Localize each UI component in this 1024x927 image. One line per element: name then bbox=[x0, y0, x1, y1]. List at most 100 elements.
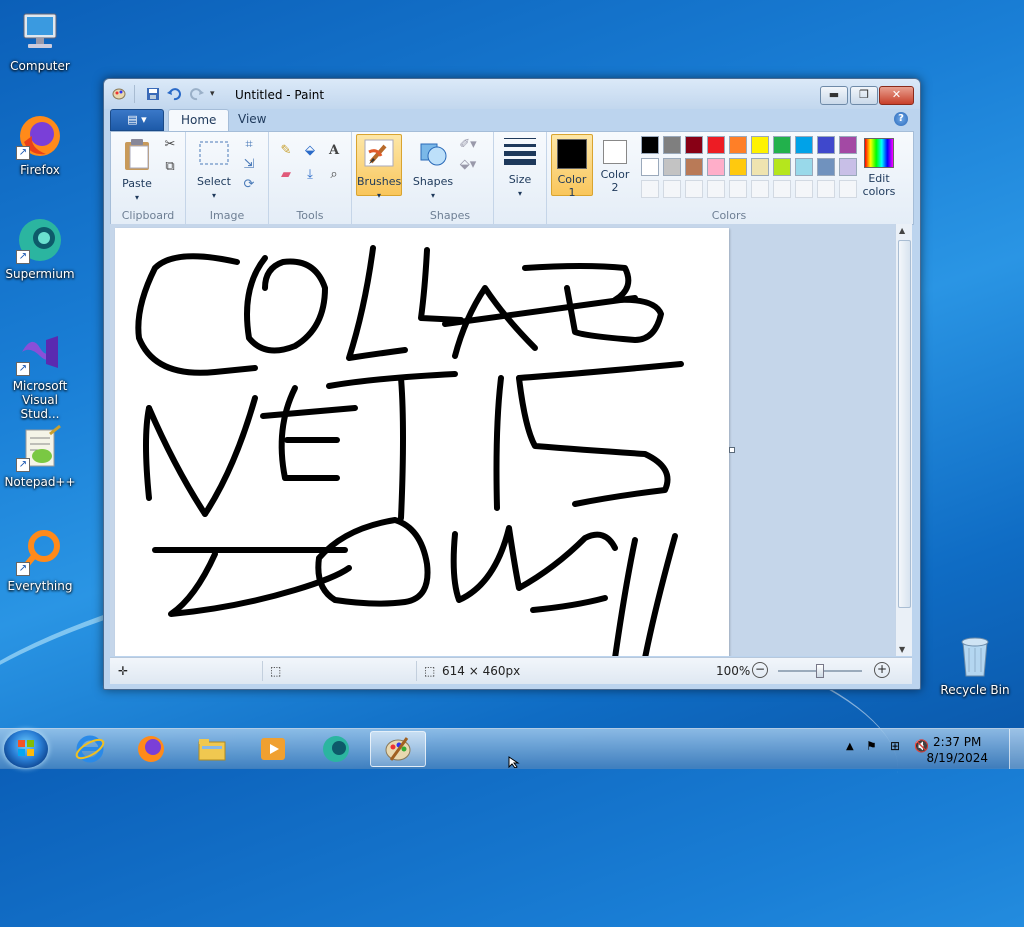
zoom-slider[interactable] bbox=[778, 664, 862, 678]
palette-color-swatch[interactable] bbox=[729, 158, 747, 176]
palette-custom-slot[interactable] bbox=[663, 180, 681, 198]
title-bar[interactable]: ▾ Untitled - Paint ▬ ❐ ✕ bbox=[104, 79, 920, 109]
brushes-button[interactable]: Brushes ▾ bbox=[356, 134, 402, 200]
paint-menu-button[interactable]: ▤ ▾ bbox=[110, 109, 164, 131]
desktop-icon-firefox[interactable]: ↗ Firefox bbox=[0, 112, 80, 177]
taskbar-internet-explorer[interactable] bbox=[62, 731, 118, 767]
palette-custom-slot[interactable] bbox=[795, 180, 813, 198]
paste-button[interactable]: Paste ▾ bbox=[117, 138, 157, 204]
ribbon: Paste ▾ ✂ ⧉ Clipboard Select ▾ ⌗ ⇲ ⟳ Image… bbox=[110, 131, 914, 225]
desktop-icon-computer[interactable]: Computer bbox=[0, 8, 80, 73]
close-button[interactable]: ✕ bbox=[879, 86, 914, 105]
copy-icon[interactable]: ⧉ bbox=[161, 158, 179, 176]
color2-label: Color 2 bbox=[600, 168, 630, 194]
zoom-in-button[interactable]: + bbox=[874, 662, 890, 678]
magnifier-icon[interactable]: ⌕ bbox=[325, 166, 343, 184]
group-label: Tools bbox=[296, 209, 324, 222]
size-button[interactable]: Size ▾ bbox=[498, 136, 542, 200]
palette-color-swatch[interactable] bbox=[707, 136, 725, 154]
palette-color-swatch[interactable] bbox=[663, 158, 681, 176]
palette-color-swatch[interactable] bbox=[773, 158, 791, 176]
scroll-up-icon[interactable]: ▲ bbox=[899, 226, 905, 235]
text-icon[interactable]: A bbox=[325, 142, 343, 160]
palette-color-swatch[interactable] bbox=[839, 158, 857, 176]
desktop-icon-notepadpp[interactable]: ↗ Notepad++ bbox=[0, 424, 80, 489]
select-button[interactable]: Select ▾ bbox=[194, 138, 234, 202]
palette-color-swatch[interactable] bbox=[817, 136, 835, 154]
fill-shape-icon[interactable]: ⬙▾ bbox=[459, 156, 477, 174]
shapes-group: Shapes ▾ ✐▾ ⬙▾ Shapes bbox=[407, 132, 494, 224]
minimize-button[interactable]: ▬ bbox=[820, 86, 848, 105]
network-icon[interactable]: ⊞ bbox=[890, 739, 900, 753]
color2-button[interactable]: Color 2 bbox=[595, 134, 635, 194]
edit-colors-button[interactable]: Edit colors bbox=[857, 134, 901, 198]
desktop-icon-recycle-bin[interactable]: Recycle Bin bbox=[935, 632, 1015, 697]
color1-button[interactable]: Color 1 bbox=[551, 134, 593, 199]
palette-custom-slot[interactable] bbox=[773, 180, 791, 198]
help-icon[interactable]: ? bbox=[894, 112, 908, 126]
action-center-flag-icon[interactable]: ⚑ bbox=[866, 739, 877, 753]
palette-color-swatch[interactable] bbox=[817, 158, 835, 176]
cut-icon[interactable]: ✂ bbox=[161, 136, 179, 154]
maximize-button[interactable]: ❐ bbox=[850, 86, 878, 105]
color-picker-icon[interactable]: ⤓ bbox=[301, 166, 319, 184]
palette-color-swatch[interactable] bbox=[751, 158, 769, 176]
scroll-down-icon[interactable]: ▼ bbox=[899, 645, 905, 654]
palette-color-swatch[interactable] bbox=[839, 136, 857, 154]
resize-icon[interactable]: ⇲ bbox=[240, 156, 258, 174]
crop-icon[interactable]: ⌗ bbox=[240, 136, 258, 154]
palette-custom-slot[interactable] bbox=[817, 180, 835, 198]
tab-home[interactable]: Home bbox=[168, 109, 230, 131]
palette-color-swatch[interactable] bbox=[641, 158, 659, 176]
redo-icon[interactable] bbox=[190, 87, 204, 101]
palette-color-swatch[interactable] bbox=[751, 136, 769, 154]
paint-app-icon[interactable] bbox=[112, 87, 126, 101]
taskbar-paint[interactable] bbox=[370, 731, 426, 767]
palette-color-swatch[interactable] bbox=[729, 136, 747, 154]
shapes-button[interactable]: Shapes ▾ bbox=[411, 138, 455, 202]
show-hidden-icons-button[interactable]: ▲ bbox=[846, 741, 854, 752]
palette-color-swatch[interactable] bbox=[685, 136, 703, 154]
resize-handle[interactable] bbox=[729, 447, 735, 453]
shortcut-arrow-icon: ↗ bbox=[16, 362, 30, 376]
palette-color-swatch[interactable] bbox=[707, 158, 725, 176]
palette-color-swatch[interactable] bbox=[795, 158, 813, 176]
tab-view[interactable]: View bbox=[226, 109, 278, 130]
notepadpp-icon: ↗ bbox=[16, 424, 64, 472]
outline-icon[interactable]: ✐▾ bbox=[459, 136, 477, 154]
palette-color-swatch[interactable] bbox=[773, 136, 791, 154]
desktop-icon-supermium[interactable]: ↗ Supermium bbox=[0, 216, 80, 281]
taskbar-file-explorer[interactable] bbox=[184, 731, 240, 767]
palette-color-swatch[interactable] bbox=[795, 136, 813, 154]
palette-custom-slot[interactable] bbox=[729, 180, 747, 198]
desktop-icon-everything[interactable]: ↗ Everything bbox=[0, 528, 80, 593]
drawing-canvas[interactable] bbox=[115, 228, 729, 656]
palette-custom-slot[interactable] bbox=[641, 180, 659, 198]
show-desktop-button[interactable] bbox=[1009, 729, 1024, 769]
palette-color-swatch[interactable] bbox=[663, 136, 681, 154]
taskbar-firefox[interactable] bbox=[123, 731, 179, 767]
undo-icon[interactable] bbox=[167, 87, 181, 101]
palette-custom-slot[interactable] bbox=[707, 180, 725, 198]
divider bbox=[262, 661, 263, 681]
palette-custom-slot[interactable] bbox=[839, 180, 857, 198]
start-button[interactable] bbox=[4, 730, 48, 768]
taskbar-media-player[interactable] bbox=[245, 731, 301, 767]
clock[interactable]: 2:37 PM 8/19/2024 bbox=[926, 734, 988, 766]
save-icon[interactable] bbox=[146, 87, 160, 101]
pencil-icon[interactable]: ✎ bbox=[277, 142, 295, 160]
customize-quick-access-icon[interactable]: ▾ bbox=[210, 87, 224, 101]
desktop-icon-visual-studio[interactable]: ↗ Microsoft Visual Stud... bbox=[0, 328, 80, 421]
fill-icon[interactable]: ⬙ bbox=[301, 142, 319, 160]
palette-color-swatch[interactable] bbox=[641, 136, 659, 154]
palette-color-swatch[interactable] bbox=[685, 158, 703, 176]
eraser-icon[interactable]: ▰ bbox=[277, 166, 295, 184]
rotate-icon[interactable]: ⟳ bbox=[240, 176, 258, 194]
vertical-scrollbar[interactable]: ▲ ▼ bbox=[895, 224, 912, 656]
palette-custom-slot[interactable] bbox=[751, 180, 769, 198]
scrollbar-thumb[interactable] bbox=[898, 240, 911, 608]
taskbar-supermium[interactable] bbox=[308, 731, 364, 767]
zoom-slider-thumb[interactable] bbox=[816, 664, 824, 678]
palette-custom-slot[interactable] bbox=[685, 180, 703, 198]
zoom-out-button[interactable]: − bbox=[752, 662, 768, 678]
